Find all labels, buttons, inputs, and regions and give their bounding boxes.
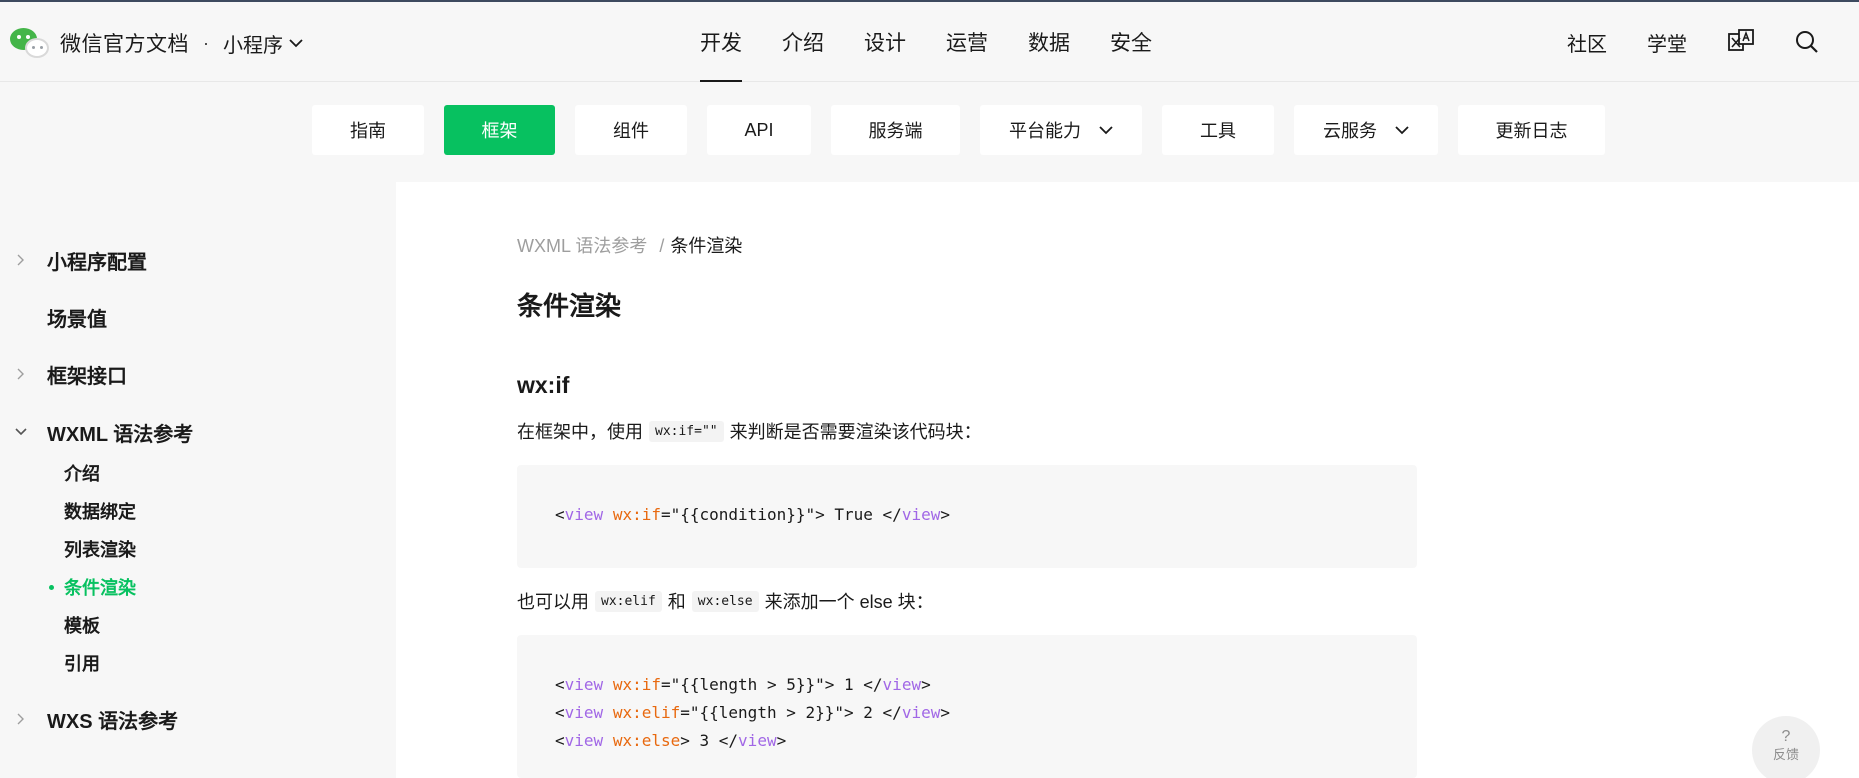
sidebar-subitem-label: 数据绑定 xyxy=(64,502,136,522)
tab-components[interactable]: 组件 xyxy=(575,105,687,155)
nav-community[interactable]: 社区 xyxy=(1567,28,1607,57)
sidebar: 小程序配置 场景值 框架接口 WXML 语法参考 介绍 数据绑定 列表渲染 条件… xyxy=(0,182,396,778)
sidebar-item-label: WXML 语法参考 xyxy=(47,423,194,446)
brand-separator: · xyxy=(203,32,209,53)
main-nav: 开发 介绍 设计 运营 数据 安全 xyxy=(700,2,1192,82)
section-title: wx:if xyxy=(517,372,570,398)
code-line: <view wx:if="{{condition}}"> True </view… xyxy=(555,505,950,524)
product-switcher[interactable]: 小程序 xyxy=(223,29,303,58)
tab-cloud-service[interactable]: 云服务 xyxy=(1294,105,1438,155)
nav-intro[interactable]: 介绍 xyxy=(782,2,824,82)
sidebar-item-label: WXS 语法参考 xyxy=(47,710,179,733)
nav-operation[interactable]: 运营 xyxy=(946,2,988,82)
tab-label: 工具 xyxy=(1200,121,1236,141)
sidebar-item-label: 小程序配置 xyxy=(47,251,147,274)
tab-label: 平台能力 xyxy=(1009,121,1081,141)
sidebar-subitem-label: 模板 xyxy=(64,616,100,636)
inline-code: wx:elif xyxy=(595,590,662,612)
nav-data[interactable]: 数据 xyxy=(1028,2,1070,82)
help-icon: ? xyxy=(1781,728,1791,745)
feedback-label: 反馈 xyxy=(1772,747,1799,762)
code-block: <view wx:if="{{length > 5}}"> 1 </view> … xyxy=(517,635,1417,778)
top-bar: 微信官方文档 · 小程序 开发 介绍 设计 运营 数据 安全 社区 学堂 xyxy=(0,0,1859,82)
brand-title[interactable]: 微信官方文档 xyxy=(60,28,189,58)
paragraph-elif-else: 也可以用 wx:elif 和 wx:else 来添加一个 else 块： xyxy=(517,588,934,614)
paragraph-text: 来判断是否需要渲染该代码块： xyxy=(729,422,982,442)
tab-tools[interactable]: 工具 xyxy=(1162,105,1274,155)
sidebar-subitem-label: 介绍 xyxy=(64,464,100,484)
brand[interactable]: 微信官方文档 · 小程序 xyxy=(10,24,303,62)
paragraph-text: 也可以用 xyxy=(517,592,589,612)
chevron-down-icon xyxy=(1099,126,1113,135)
code-line: <view wx:else> 3 </view> xyxy=(555,731,787,750)
sidebar-item-label: 框架接口 xyxy=(47,365,127,388)
tab-changelog[interactable]: 更新日志 xyxy=(1458,105,1605,155)
chevron-right-icon xyxy=(14,712,28,726)
paragraph-wxif: 在框架中，使用 wx:if="" 来判断是否需要渲染该代码块： xyxy=(517,418,982,444)
chevron-right-icon xyxy=(14,253,28,267)
feedback-button[interactable]: ? 反馈 xyxy=(1752,716,1820,778)
sidebar-subitem-label: 条件渲染 xyxy=(64,578,136,598)
tab-label: 云服务 xyxy=(1323,121,1377,141)
tab-label: 服务端 xyxy=(868,121,923,141)
right-nav: 社区 学堂 xyxy=(1567,2,1859,82)
breadcrumb-current: 条件渲染 xyxy=(670,236,743,256)
nav-security[interactable]: 安全 xyxy=(1110,2,1152,82)
tab-guide[interactable]: 指南 xyxy=(312,105,424,155)
chevron-down-icon xyxy=(14,425,28,439)
current-indicator xyxy=(49,584,54,590)
tab-framework[interactable]: 框架 xyxy=(444,105,555,155)
tab-api[interactable]: API xyxy=(707,105,811,155)
page-title: 条件渲染 xyxy=(517,291,622,321)
tab-label: 框架 xyxy=(481,121,518,141)
tab-server[interactable]: 服务端 xyxy=(831,105,960,155)
code-block: <view wx:if="{{condition}}"> True </view… xyxy=(517,465,1417,568)
tab-label: 组件 xyxy=(613,121,649,141)
tab-label: API xyxy=(744,119,774,140)
wechat-logo-icon xyxy=(10,26,50,60)
sidebar-subitem-label: 列表渲染 xyxy=(64,540,136,560)
paragraph-text: 来添加一个 else 块： xyxy=(764,592,934,612)
inline-code: wx:else xyxy=(691,590,759,612)
breadcrumb-parent[interactable]: WXML 语法参考 xyxy=(517,236,647,256)
code-line: <view wx:if="{{length > 5}}"> 1 </view> xyxy=(555,675,931,694)
sidebar-subitem-label: 引用 xyxy=(64,654,100,674)
nav-academy[interactable]: 学堂 xyxy=(1647,28,1687,57)
search-icon[interactable] xyxy=(1795,30,1819,54)
translate-icon[interactable] xyxy=(1727,28,1755,56)
breadcrumb-separator: / xyxy=(659,236,665,256)
breadcrumb: WXML 语法参考 / 条件渲染 xyxy=(517,232,742,258)
chevron-down-icon xyxy=(289,39,303,48)
chevron-down-icon xyxy=(1395,126,1409,135)
tab-label: 指南 xyxy=(350,121,386,141)
product-label: 小程序 xyxy=(223,34,283,57)
chevron-right-icon xyxy=(14,367,28,381)
paragraph-text: 在框架中，使用 xyxy=(517,422,643,442)
code-line: <view wx:elif="{{length > 2}}"> 2 </view… xyxy=(555,703,950,722)
sub-tabs-bar: 指南 框架 组件 API 服务端 平台能力 工具 云服务 更新日志 xyxy=(0,82,1859,182)
paragraph-text: 和 xyxy=(667,592,686,612)
nav-design[interactable]: 设计 xyxy=(864,2,906,82)
nav-dev[interactable]: 开发 xyxy=(700,2,742,82)
inline-code: wx:if="" xyxy=(649,420,724,442)
tab-label: 更新日志 xyxy=(1495,121,1568,141)
tab-platform-capabilities[interactable]: 平台能力 xyxy=(980,105,1142,155)
sidebar-item-label: 场景值 xyxy=(47,308,107,331)
